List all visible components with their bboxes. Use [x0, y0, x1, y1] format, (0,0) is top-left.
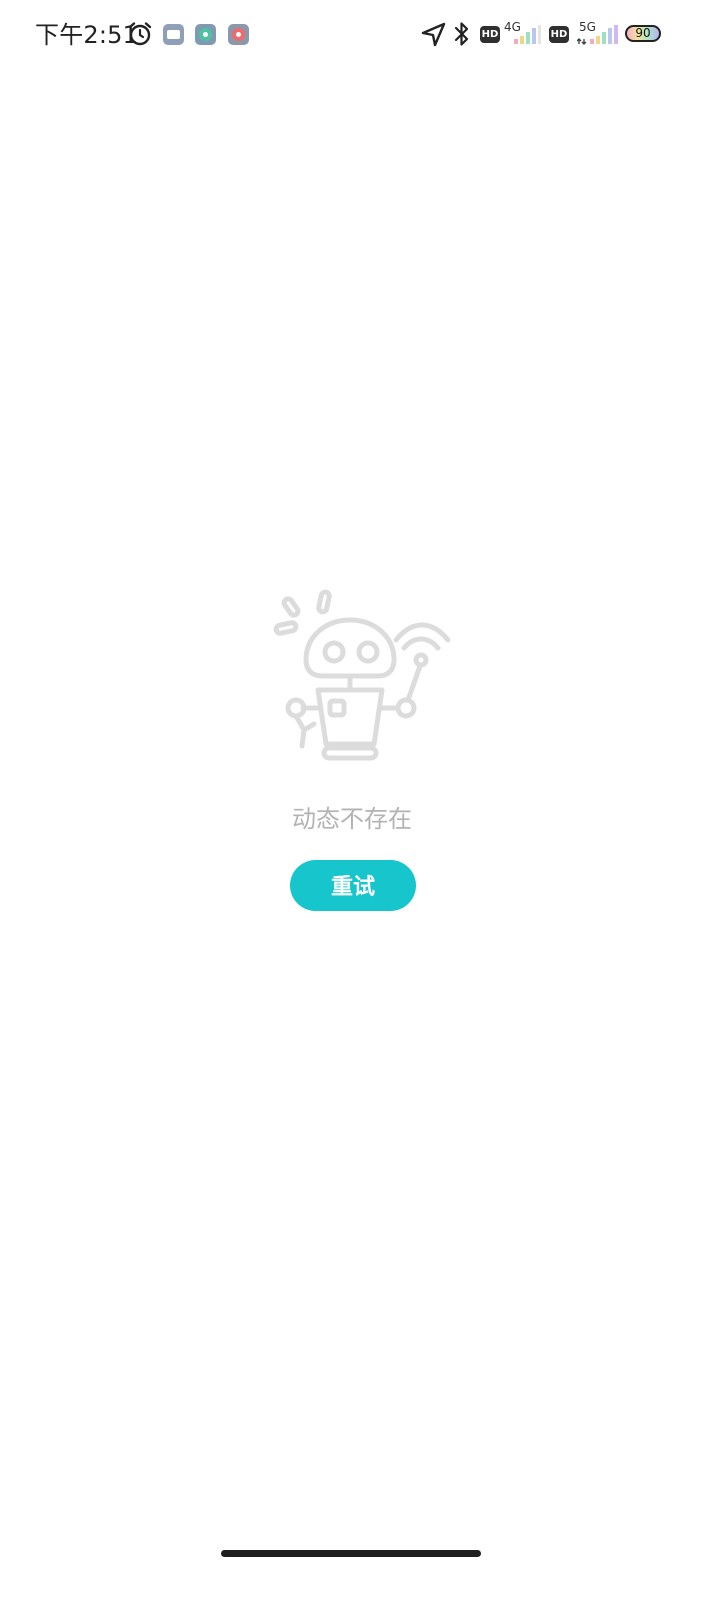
signal-icon [514, 25, 541, 44]
retry-button[interactable]: 重试 [290, 860, 416, 911]
robot-icon [273, 589, 451, 761]
hd-badge: HD [549, 26, 569, 43]
empty-message: 动态不存在 [292, 805, 412, 833]
battery-indicator: 90 [625, 25, 661, 42]
home-indicator[interactable] [221, 1550, 481, 1557]
status-time: 下午2:51 [35, 21, 139, 49]
red-app-icon [228, 24, 249, 45]
battery-level: 90 [635, 26, 651, 40]
status-bar: 下午2:51 HD 4G HD 5G 90 [0, 0, 720, 68]
compass-app-icon [195, 24, 216, 45]
message-app-icon [163, 24, 184, 45]
location-icon [421, 22, 446, 47]
hd-badge: HD [480, 26, 500, 43]
signal-icon [577, 25, 618, 45]
bluetooth-icon [454, 22, 469, 46]
alarm-icon [128, 22, 152, 46]
